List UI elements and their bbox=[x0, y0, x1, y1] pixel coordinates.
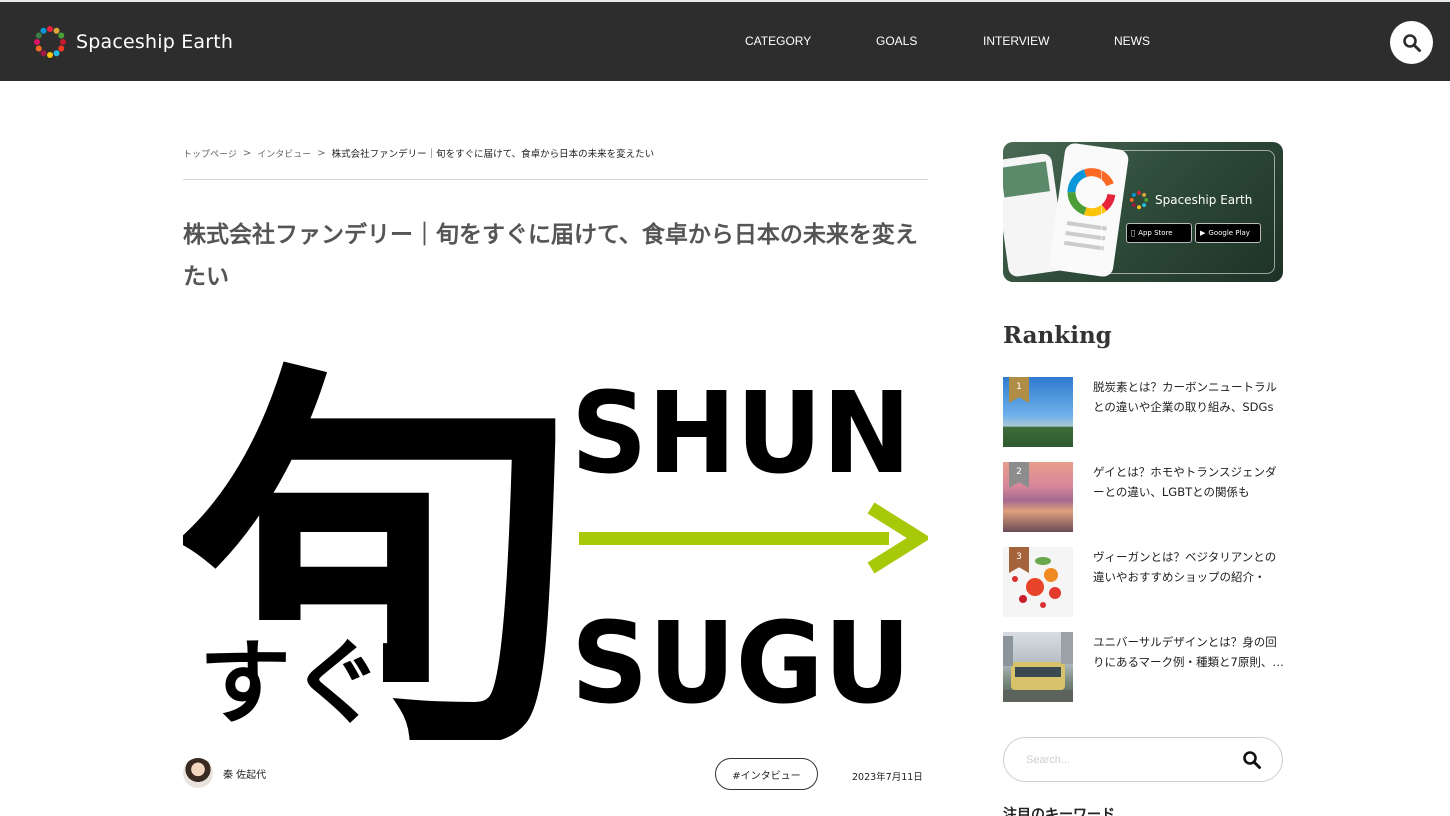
author[interactable]: 秦 佐起代 bbox=[183, 758, 266, 788]
apple-icon:  bbox=[1131, 229, 1135, 237]
nav-news[interactable]: NEWS bbox=[1114, 34, 1150, 48]
rank-badge: 2 bbox=[1009, 462, 1029, 488]
google-play-button[interactable]: ▶ Google Play bbox=[1195, 223, 1261, 243]
breadcrumb: トップページ > インタビュー > 株式会社ファンデリー｜旬をすぐに届けて、食卓… bbox=[183, 146, 928, 161]
logo-text: Spaceship Earth bbox=[76, 31, 234, 53]
tram-image bbox=[1003, 632, 1073, 702]
site-logo[interactable]: Spaceship Earth bbox=[32, 24, 233, 60]
ranking-thumbnail: 3 bbox=[1003, 547, 1073, 617]
hero-kana: すぐ bbox=[199, 630, 383, 737]
publish-date: 2023年7月11日 bbox=[852, 772, 923, 783]
hero-image: 旬 すぐ SHUN SUGU bbox=[175, 320, 932, 800]
nav-goals[interactable]: GOALS bbox=[876, 34, 917, 48]
hero-word-bottom: SUGU bbox=[571, 599, 911, 729]
banner-logo: Spaceship Earth bbox=[1129, 190, 1252, 210]
ranking-item[interactable]: 1 脱炭素とは？カーボンニュートラルとの違いや企業の取り組み、SDGsと… bbox=[1003, 377, 1283, 447]
site-header: Spaceship Earth CATEGORY GOALS INTERVIEW… bbox=[0, 0, 1450, 81]
ranking-text: ユニバーサルデザインとは？身の回りにあるマーク例・種類と7原則、… bbox=[1093, 635, 1284, 669]
app-store-label: App Store bbox=[1134, 229, 1172, 237]
ranking-title: Ranking bbox=[1003, 322, 1112, 349]
banner-logo-text: Spaceship Earth bbox=[1155, 193, 1253, 207]
divider bbox=[183, 179, 928, 180]
ranking-thumbnail: 1 bbox=[1003, 377, 1073, 447]
banner-frame bbox=[1101, 150, 1275, 274]
breadcrumb-current: 株式会社ファンデリー｜旬をすぐに届けて、食卓から日本の未来を変えたい bbox=[331, 149, 655, 160]
header-search-button[interactable] bbox=[1390, 21, 1433, 64]
breadcrumb-home[interactable]: トップページ bbox=[183, 147, 237, 160]
ranking-item[interactable]: ユニバーサルデザインとは？身の回りにあるマーク例・種類と7原則、… bbox=[1003, 632, 1284, 702]
ranking-text: 脱炭素とは？カーボンニュートラルとの違いや企業の取り組み、SDGsと… bbox=[1093, 380, 1277, 414]
search-icon[interactable] bbox=[1242, 750, 1262, 774]
breadcrumb-section[interactable]: インタビュー bbox=[257, 147, 311, 160]
article-title: 株式会社ファンデリー｜旬をすぐに届けて、食卓から日本の未来を変えたい bbox=[183, 222, 918, 290]
avatar bbox=[183, 758, 213, 788]
nav-category[interactable]: CATEGORY bbox=[745, 34, 811, 48]
ranking-thumbnail: 2 bbox=[1003, 462, 1073, 532]
ranking-text: ヴィーガンとは？ベジタリアンとの違いやおすすめショップの紹介・SDG… bbox=[1093, 550, 1277, 584]
tag-interview[interactable]: #インタビュー bbox=[715, 758, 818, 790]
sdgs-wheel-icon bbox=[1129, 190, 1149, 210]
hero-word-top: SHUN bbox=[571, 369, 911, 499]
ranking-item[interactable]: 2 ゲイとは？ホモやトランスジェンダーとの違い、LGBTとの関係も bbox=[1003, 462, 1283, 532]
chevron-right-icon: > bbox=[242, 147, 252, 159]
google-play-label: Google Play bbox=[1208, 229, 1250, 237]
play-icon: ▶ bbox=[1200, 229, 1206, 237]
sidebar-search bbox=[1003, 737, 1283, 782]
rank-badge: 1 bbox=[1009, 377, 1029, 403]
app-banner[interactable]: Spaceship Earth  App Store ▶ Google Pla… bbox=[1003, 142, 1283, 282]
ranking-thumbnail bbox=[1003, 632, 1073, 702]
ranking-text: ゲイとは？ホモやトランスジェンダーとの違い、LGBTとの関係も bbox=[1093, 465, 1277, 499]
app-store-button[interactable]:  App Store bbox=[1126, 223, 1192, 243]
search-icon bbox=[1402, 33, 1421, 52]
search-input[interactable] bbox=[1026, 750, 1226, 770]
ranking-item[interactable]: 3 ヴィーガンとは？ベジタリアンとの違いやおすすめショップの紹介・SDG… bbox=[1003, 547, 1283, 617]
chevron-right-icon: > bbox=[317, 147, 326, 159]
sdgs-wheel-icon bbox=[34, 26, 66, 58]
author-name: 秦 佐起代 bbox=[223, 769, 267, 781]
nav-interview[interactable]: INTERVIEW bbox=[983, 34, 1049, 48]
keywords-heading: 注目のキーワード bbox=[1003, 807, 1115, 816]
arrow-right-icon bbox=[579, 502, 932, 574]
